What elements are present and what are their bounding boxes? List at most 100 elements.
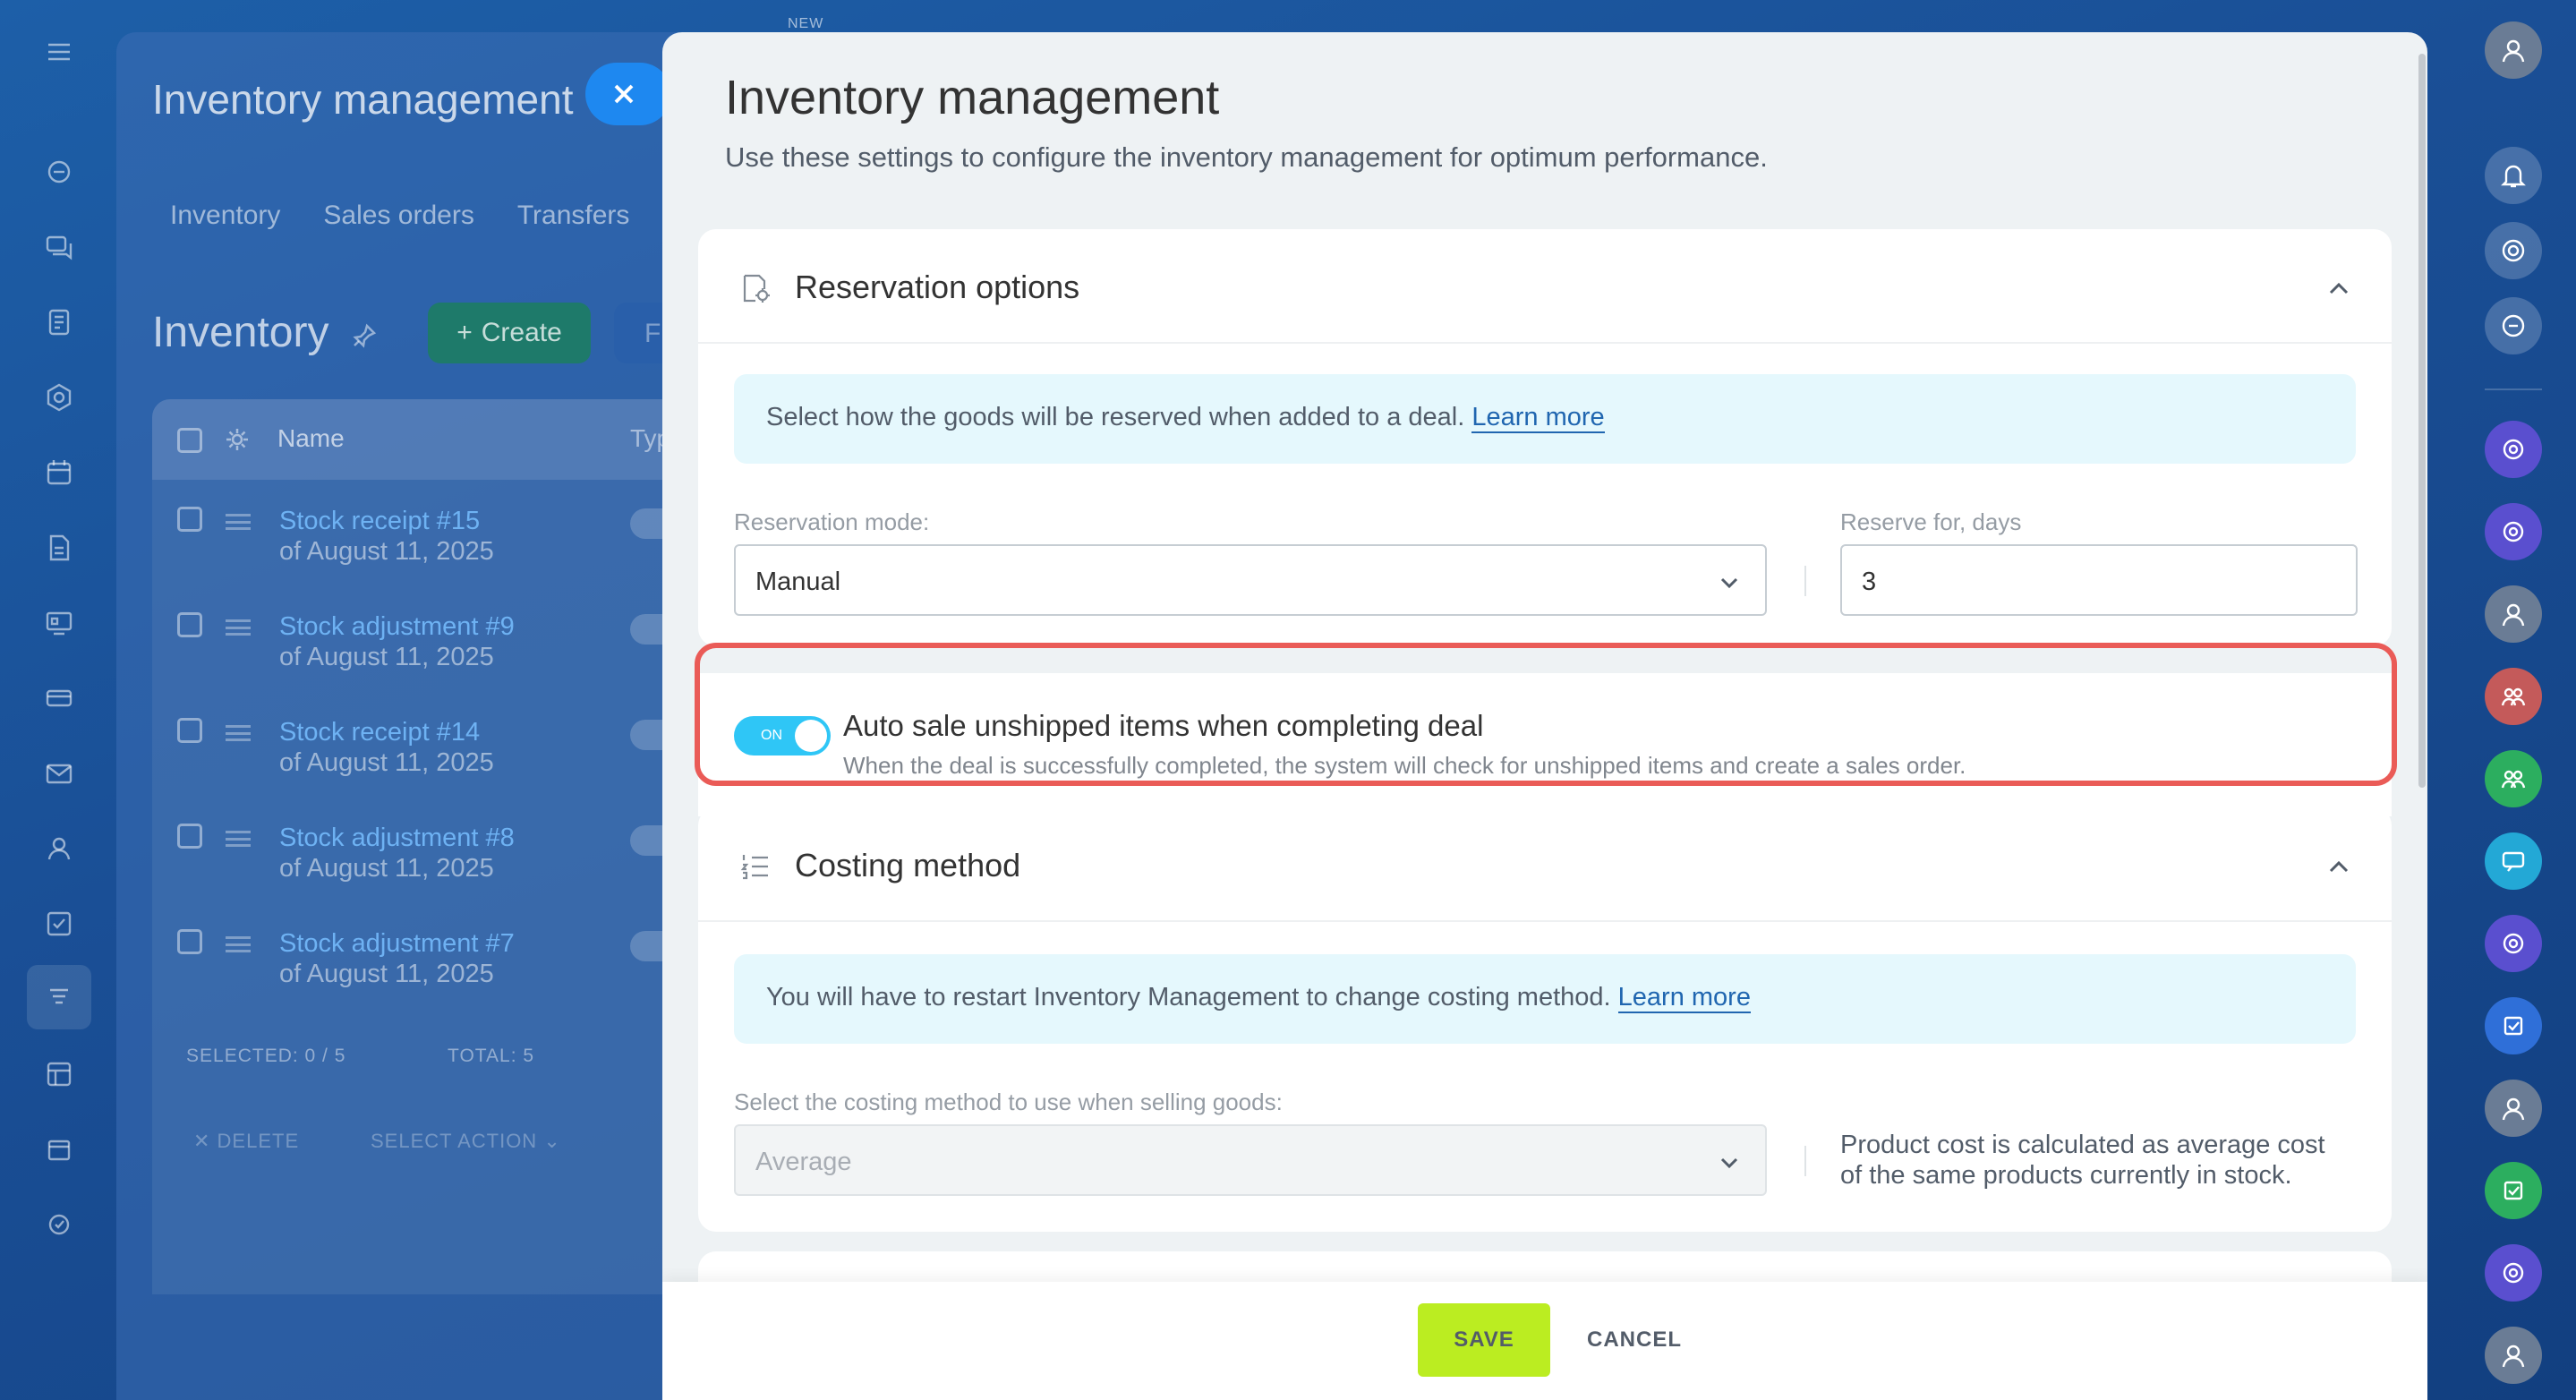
reserve-days-input[interactable]: 3 (1840, 544, 2358, 616)
reservation-learn-more-link[interactable]: Learn more (1471, 403, 1605, 433)
drag-handle-icon[interactable] (226, 831, 251, 847)
divider (2485, 388, 2542, 390)
reservation-card-title: Reservation options (795, 269, 1080, 305)
row-checkbox[interactable] (177, 718, 202, 743)
divider (1804, 1146, 1806, 1176)
type-badge (630, 508, 666, 539)
automation-icon[interactable] (39, 1205, 79, 1244)
inventory-icon[interactable] (27, 965, 91, 1029)
reservation-options-card: Reservation options Select how the goods… (698, 229, 2392, 646)
copilot-icon[interactable] (2485, 915, 2542, 972)
copilot-icon[interactable] (2485, 421, 2542, 478)
menu-icon[interactable] (39, 32, 79, 72)
drag-handle-icon[interactable] (226, 619, 251, 636)
group-icon[interactable] (2485, 750, 2542, 807)
reservation-mode-label: Reservation mode: (734, 508, 930, 535)
row-checkbox[interactable] (177, 507, 202, 532)
tab-inventory[interactable]: Inventory (170, 201, 280, 231)
total-count: TOTAL: 5 (448, 1046, 535, 1066)
costing-method-label: Select the costing method to use when se… (734, 1088, 1283, 1115)
board-icon[interactable] (39, 603, 79, 643)
costing-card-title: Costing method (795, 847, 1021, 884)
select-action-dropdown[interactable]: SELECT ACTION ⌄ (371, 1130, 561, 1153)
contact-avatar[interactable] (2485, 1080, 2542, 1137)
cancel-button[interactable]: CANCEL (1572, 1303, 1697, 1377)
slider-title: Inventory management (725, 71, 1220, 124)
messages-icon[interactable] (2485, 832, 2542, 890)
create-button[interactable]: + Create (428, 303, 591, 363)
box-icon[interactable] (39, 1130, 79, 1169)
tab-sales-orders[interactable]: Sales orders (323, 201, 473, 231)
numbered-list-icon (739, 850, 772, 883)
inventory-heading: Inventory (152, 309, 329, 356)
type-badge (630, 825, 666, 856)
target-icon[interactable] (2485, 222, 2542, 279)
divider (1804, 566, 1806, 596)
task-check-icon[interactable] (2485, 1162, 2542, 1219)
table-row-title[interactable]: Stock adjustment #7 (279, 929, 515, 959)
calendar-icon[interactable] (39, 453, 79, 492)
plus-icon: + (456, 318, 473, 347)
row-checkbox[interactable] (177, 824, 202, 849)
row-checkbox[interactable] (177, 929, 202, 954)
file-icon[interactable] (39, 528, 79, 568)
reserve-days-label: Reserve for, days (1840, 508, 2022, 535)
costing-method-select[interactable]: Average (734, 1124, 1767, 1196)
delete-button[interactable]: ✕ DELETE (193, 1130, 299, 1153)
hexagon-icon[interactable] (39, 378, 79, 417)
reservation-mode-value: Manual (755, 568, 841, 596)
new-badge: NEW (788, 16, 824, 31)
filter-button[interactable]: F (614, 303, 668, 363)
save-button[interactable]: SAVE (1418, 1303, 1550, 1377)
select-all-checkbox[interactable] (177, 428, 202, 453)
row-checkbox[interactable] (177, 612, 202, 637)
reservation-mode-select[interactable]: Manual (734, 544, 1767, 616)
tasks-icon[interactable] (39, 904, 79, 943)
bell-icon[interactable] (2485, 147, 2542, 204)
grid-icon[interactable] (39, 1054, 79, 1094)
drag-handle-icon[interactable] (226, 725, 251, 741)
mail-icon[interactable] (39, 754, 79, 793)
costing-learn-more-link[interactable]: Learn more (1617, 983, 1751, 1013)
group-icon[interactable] (2485, 668, 2542, 725)
background-title: Inventory management (152, 76, 574, 123)
chevron-up-icon[interactable] (2327, 856, 2350, 879)
drag-handle-icon[interactable] (226, 514, 251, 530)
table-row-title[interactable]: Stock receipt #14 (279, 718, 480, 747)
costing-method-card: Costing method You will have to restart … (698, 807, 2392, 1232)
costing-info-text: You will have to restart Inventory Manag… (766, 983, 1611, 1012)
costing-card-header[interactable]: Costing method (698, 807, 2392, 922)
chevron-up-icon[interactable] (2327, 277, 2350, 301)
reservation-card-header[interactable]: Reservation options (698, 229, 2392, 344)
costing-method-value: Average (755, 1148, 852, 1176)
left-nav-rail (0, 0, 116, 1400)
contacts-icon[interactable] (39, 829, 79, 868)
drag-handle-icon[interactable] (226, 936, 251, 952)
feed-icon[interactable] (39, 152, 79, 192)
card-icon[interactable] (39, 679, 79, 718)
background-tabs: Inventory Sales orders Transfers (170, 201, 629, 231)
copilot-icon[interactable] (2485, 1244, 2542, 1302)
copilot-icon[interactable] (2485, 503, 2542, 560)
table-row-title[interactable]: Stock adjustment #8 (279, 824, 515, 853)
document-icon[interactable] (39, 303, 79, 342)
select-action-label: SELECT ACTION (371, 1130, 538, 1152)
chat-icon[interactable] (39, 227, 79, 267)
contact-avatar[interactable] (2485, 1327, 2542, 1384)
user-avatar[interactable] (2485, 21, 2542, 79)
table-row-title[interactable]: Stock receipt #15 (279, 507, 480, 536)
slider-scrollbar[interactable] (2418, 54, 2426, 788)
slider-subtitle: Use these settings to configure the inve… (725, 141, 1768, 173)
contact-avatar[interactable] (2485, 585, 2542, 643)
gear-icon[interactable] (224, 426, 251, 453)
task-check-icon[interactable] (2485, 997, 2542, 1054)
reservation-info-banner: Select how the goods will be reserved wh… (734, 374, 2356, 464)
pin-icon[interactable] (351, 322, 378, 349)
create-label: Create (481, 318, 562, 347)
table-row-title[interactable]: Stock adjustment #9 (279, 612, 515, 642)
close-slider-button[interactable] (585, 63, 671, 125)
search-chat-icon[interactable] (2485, 297, 2542, 354)
column-name[interactable]: Name (277, 424, 345, 453)
tab-transfers[interactable]: Transfers (517, 201, 630, 231)
type-badge (630, 931, 666, 961)
